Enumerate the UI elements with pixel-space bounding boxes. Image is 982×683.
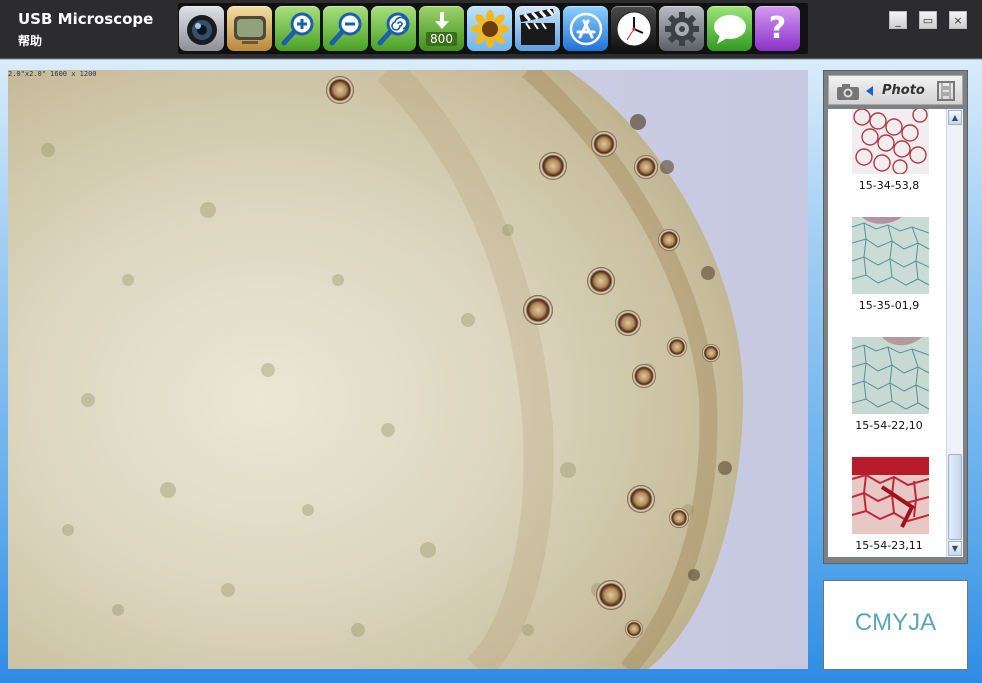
photo-gallery-panel: Photo 15-34-53,8 15-35-01,9 15-54-22,10 … [823,70,968,564]
gallery-header: Photo [828,75,963,105]
zoom-spiral-icon [377,12,409,45]
settings-button[interactable] [659,6,704,51]
zoom-fit-button[interactable] [371,6,416,51]
zoom-out-button[interactable] [323,6,368,51]
close-button[interactable]: × [949,11,967,29]
restore-button[interactable]: ▭ [919,11,937,29]
zoom-in-button[interactable] [275,6,320,51]
thumbnail-caption: 15-54-23,11 [855,539,923,552]
video-button[interactable] [515,6,560,51]
thumbnail-list: 15-34-53,8 15-35-01,9 15-54-22,10 15-54-… [828,109,963,557]
clapperboard-icon [519,8,555,45]
thumbnail-image[interactable] [852,109,929,174]
thumbnail-caption: 15-34-53,8 [858,179,920,192]
zoom-out-icon [329,12,361,45]
sunflower-icon [470,9,509,48]
thumbnail-caption: 15-35-01,9 [858,299,920,312]
app-title: USB Microscope [18,10,154,28]
zoom-in-icon [281,12,313,45]
camera-lens-icon [186,14,217,45]
resolution-overlay: 2.0"x2.0" 1600 x 1200 [8,70,97,78]
menu-item-help[interactable]: 帮助 [18,32,42,49]
brand-logo: CMYJA [854,609,937,636]
thumbnail-caption: 15-54-22,10 [855,419,923,432]
camera-icon[interactable] [835,81,861,101]
main-toolbar: 800 ? [178,3,808,54]
camera-button[interactable] [179,6,224,51]
download-arrow-icon [434,12,449,29]
scroll-up-button[interactable]: ▲ [948,110,962,125]
film-strip-icon[interactable] [935,81,957,101]
scroll-down-button[interactable]: ▼ [948,541,962,556]
preview-button[interactable] [227,6,272,51]
thumbnail-image[interactable] [852,337,929,414]
microscope-image [8,70,808,669]
minimize-button[interactable]: _ [889,11,907,29]
app-store-button[interactable] [563,6,608,51]
gallery-scrollbar[interactable]: ▲ ▼ [946,109,963,557]
chat-bubble-icon [713,14,746,44]
scroll-thumb[interactable] [948,454,962,540]
question-icon: ? [768,11,787,46]
thumbnail-image[interactable] [852,217,929,294]
thumbnail-image[interactable] [852,457,929,534]
brand-logo-box: CMYJA [823,580,968,670]
gear-icon [664,11,699,46]
resolution-button[interactable]: 800 [419,6,464,51]
resolution-label: 800 [426,32,457,46]
app-store-icon [569,12,602,45]
messages-button[interactable] [707,6,752,51]
gallery-mode-label: Photo [882,83,925,98]
tv-screen-icon [233,15,266,44]
help-button[interactable]: ? [755,6,800,51]
clock-icon [616,11,651,46]
timer-button[interactable] [611,6,656,51]
microscope-live-view[interactable]: 2.0"x2.0" 1600 x 1200 [8,70,808,669]
arrow-left-icon[interactable] [865,85,875,97]
image-adjust-button[interactable] [467,6,512,51]
